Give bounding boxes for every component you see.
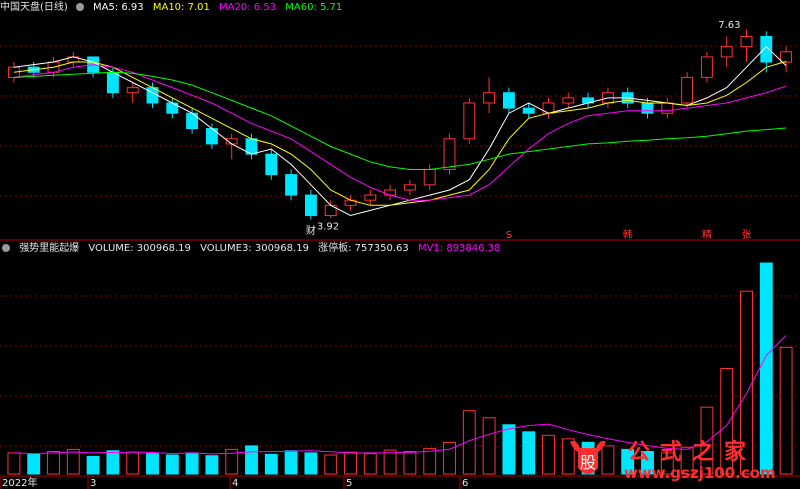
signal-label: 韩 <box>623 228 633 241</box>
candle <box>760 35 773 63</box>
candle <box>403 184 416 191</box>
candle <box>364 194 377 201</box>
x-tick-label: 5 <box>346 478 352 489</box>
ma-line-ma10 <box>13 61 787 206</box>
ma5-label: MA5: 6.93 <box>93 2 144 13</box>
candle <box>780 51 793 63</box>
mv1-label: MV1: 893846.38 <box>417 243 501 254</box>
candle <box>463 102 476 140</box>
candle <box>562 97 575 104</box>
candle <box>661 102 674 114</box>
watermark: 股 公式之家 www.gszj100.com <box>556 434 800 484</box>
volume-bar <box>27 453 41 475</box>
ma-line-ma20 <box>13 64 787 201</box>
candle <box>205 128 218 145</box>
candle <box>384 189 397 196</box>
volume-bar <box>284 450 298 475</box>
volume-bar <box>264 453 278 475</box>
candle <box>265 153 278 176</box>
volume-bar <box>205 455 219 475</box>
candle <box>502 92 515 109</box>
volume-bar <box>185 452 199 475</box>
volume-bar <box>47 450 60 475</box>
bull-logo-icon: 股 <box>570 440 606 474</box>
candle <box>700 56 713 78</box>
candle <box>483 92 496 104</box>
x-tick-label: 4 <box>232 478 238 489</box>
volume-legend: 强势里能起爆 VOLUME: 300968.19 VOLUME3: 300968… <box>0 241 506 256</box>
volume3-label: VOLUME3: 300968.19 <box>200 243 309 254</box>
candle <box>740 35 753 48</box>
x-axis: 2022年 3 4 5 6 <box>0 476 468 489</box>
x-tick-label: 6 <box>462 478 468 489</box>
volume-bar <box>363 453 377 475</box>
candle <box>720 46 733 58</box>
ma20-label: MA20: 6.53 <box>219 2 277 13</box>
high-label: 7.63 <box>718 20 740 31</box>
volume-bar <box>423 448 437 475</box>
volume-bar <box>403 450 417 475</box>
volume-bar <box>344 451 357 475</box>
logo-text: 股 <box>580 453 596 472</box>
ma-line-ma60 <box>13 71 787 170</box>
grid-lines <box>0 45 800 477</box>
ma10-label: MA10: 7.01 <box>152 2 210 13</box>
price-legend: 中国天盘(日线) MA5: 6.93 MA10: 7.01 MA20: 6.53… <box>0 0 348 15</box>
price-panel: 7.63 3.92财 S 韩 精 张 <box>7 20 793 241</box>
volume-bar <box>126 451 140 475</box>
x-tick-label: 3 <box>90 478 96 489</box>
ma60-label: MA60: 5.71 <box>285 2 343 13</box>
volume-bar <box>165 454 179 475</box>
volume-bar <box>7 452 21 475</box>
volume-bar <box>304 452 318 475</box>
volume-bar <box>245 445 258 475</box>
volume-bar <box>482 417 496 475</box>
candle <box>443 138 456 170</box>
x-tick-label: 2022年 <box>2 476 37 489</box>
candle <box>106 71 119 94</box>
settings-icon[interactable] <box>2 244 10 252</box>
title: 中国天盘(日线) <box>0 2 68 13</box>
volume-bar <box>324 454 338 475</box>
volume-bar <box>106 450 120 475</box>
signal-label: S <box>506 230 512 241</box>
signal-label: 精 <box>702 228 712 241</box>
candle <box>522 107 535 114</box>
volume-bar <box>383 449 397 475</box>
candle <box>285 174 298 196</box>
volume-label: VOLUME: 300968.19 <box>88 243 191 254</box>
signal-label: 张 <box>742 229 752 241</box>
settings-icon[interactable] <box>75 3 84 11</box>
low-label: 3.92 <box>317 222 339 233</box>
zt-label: 涨停板: 757350.63 <box>318 243 409 254</box>
watermark-text: 公式之家 <box>628 440 757 465</box>
watermark-url: www.gszj100.com <box>624 464 776 482</box>
volume-bar <box>146 453 159 475</box>
volume-bar <box>66 448 80 475</box>
event-marker: 财 <box>306 224 316 237</box>
candle <box>681 76 694 104</box>
candle <box>186 112 199 130</box>
indicator-name: 强势里能起爆 <box>19 243 80 254</box>
volume-bar <box>522 431 536 475</box>
candle <box>304 194 317 217</box>
volume-bar <box>502 424 516 475</box>
volume-bar <box>542 434 555 475</box>
volume-bar <box>86 455 100 475</box>
candle <box>641 102 654 114</box>
candle <box>423 168 436 186</box>
candle <box>126 87 139 94</box>
